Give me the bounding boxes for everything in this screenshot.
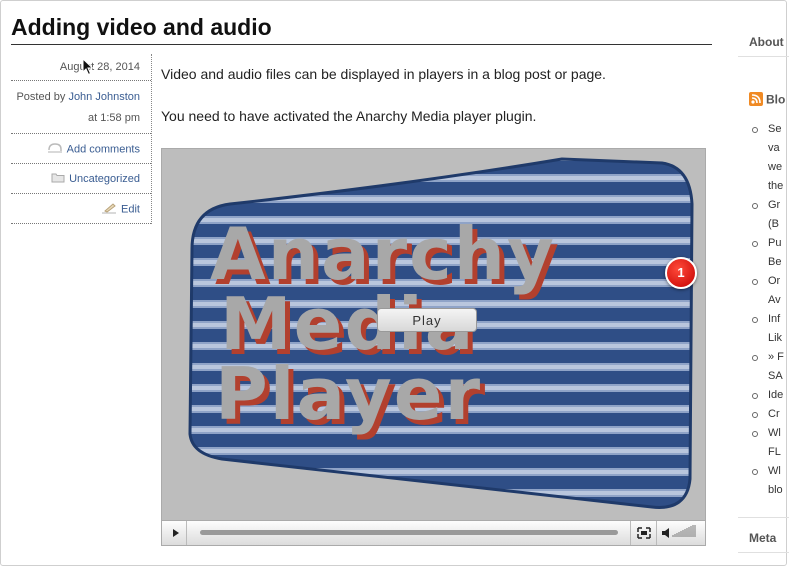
player-controls <box>162 520 705 545</box>
list-item-cont[interactable]: Lik <box>738 329 789 348</box>
meta-divider <box>11 163 151 164</box>
edit-link[interactable]: Edit <box>121 203 140 215</box>
list-item[interactable]: Wl <box>738 462 789 481</box>
meta-divider <box>11 193 151 194</box>
comment-icon <box>47 142 63 157</box>
fullscreen-icon[interactable] <box>634 521 654 545</box>
list-item[interactable]: Cr <box>738 405 789 424</box>
list-item-cont[interactable]: Be <box>738 253 789 272</box>
play-button[interactable]: Play <box>377 308 477 332</box>
mouse-cursor-icon <box>82 57 94 81</box>
list-item-cont[interactable]: FL <box>738 443 789 462</box>
add-comments-link[interactable]: Add comments <box>67 143 140 155</box>
meta-divider <box>11 80 151 81</box>
media-player[interactable]: Anarchy Anarchy Media Media Player Playe… <box>161 148 706 546</box>
list-item[interactable]: » F <box>738 348 789 367</box>
category-row[interactable]: Uncategorized <box>51 172 140 186</box>
post-date: August 28, 2014 <box>59 61 140 73</box>
post-time: at 1:58 pm <box>88 112 140 124</box>
list-item-cont[interactable]: Av <box>738 291 789 310</box>
title-divider <box>11 44 712 45</box>
pencil-icon <box>101 202 117 217</box>
step-badge: 1 <box>665 257 697 289</box>
sidebar: About Blo Se va we the Gr (B Pu Be Or Av… <box>738 0 789 566</box>
meta-divider <box>11 133 151 134</box>
folder-icon <box>51 172 65 186</box>
sidebar-heading-blogroll-label: Blo <box>766 92 786 107</box>
volume-icon <box>662 525 696 538</box>
author-link[interactable]: John Johnston <box>68 91 140 103</box>
control-divider <box>630 521 631 545</box>
volume-control[interactable] <box>660 521 700 545</box>
seek-bar[interactable] <box>200 530 618 535</box>
list-item[interactable]: Or <box>738 272 789 291</box>
sidebar-divider <box>738 56 789 57</box>
sidebar-divider <box>738 552 789 553</box>
list-item-cont[interactable]: we <box>738 158 789 177</box>
post-title[interactable]: Adding video and audio <box>11 14 272 41</box>
posted-by-label: Posted by <box>16 91 66 103</box>
list-item-cont[interactable]: the <box>738 177 789 196</box>
sidebar-divider <box>738 517 789 518</box>
list-item-cont[interactable]: va <box>738 139 789 158</box>
sidebar-heading-meta[interactable]: Meta <box>749 531 776 545</box>
sidebar-link-list: Se va we the Gr (B Pu Be Or Av Inf Lik »… <box>738 120 789 500</box>
control-divider <box>186 521 187 545</box>
add-comments-row[interactable]: Add comments <box>47 142 140 157</box>
list-item[interactable]: Wl <box>738 424 789 443</box>
edit-row[interactable]: Edit <box>101 202 140 217</box>
play-icon[interactable] <box>166 521 186 545</box>
list-item[interactable]: Gr <box>738 196 789 215</box>
list-item[interactable]: Se <box>738 120 789 139</box>
sidebar-heading-blogroll[interactable]: Blo <box>749 92 785 109</box>
list-item-cont[interactable]: (B <box>738 215 789 234</box>
paragraph-plugin: You need to have activated the Anarchy M… <box>161 108 537 124</box>
posted-by: Posted by John Johnston <box>16 91 140 103</box>
logo-word-player: Player <box>215 352 482 436</box>
list-item[interactable]: Pu <box>738 234 789 253</box>
list-item-cont[interactable]: SA <box>738 367 789 386</box>
meta-divider <box>11 223 151 224</box>
rss-icon <box>749 92 763 109</box>
list-item[interactable]: Inf <box>738 310 789 329</box>
player-logo: Anarchy Anarchy Media Media Player Playe… <box>188 157 694 509</box>
control-divider <box>656 521 657 545</box>
paragraph-video-audio: Video and audio files can be displayed i… <box>161 66 606 82</box>
list-item-cont[interactable]: blo <box>738 481 789 500</box>
sidebar-heading-about[interactable]: About <box>749 35 784 49</box>
list-item[interactable]: Ide <box>738 386 789 405</box>
category-link[interactable]: Uncategorized <box>69 173 140 185</box>
